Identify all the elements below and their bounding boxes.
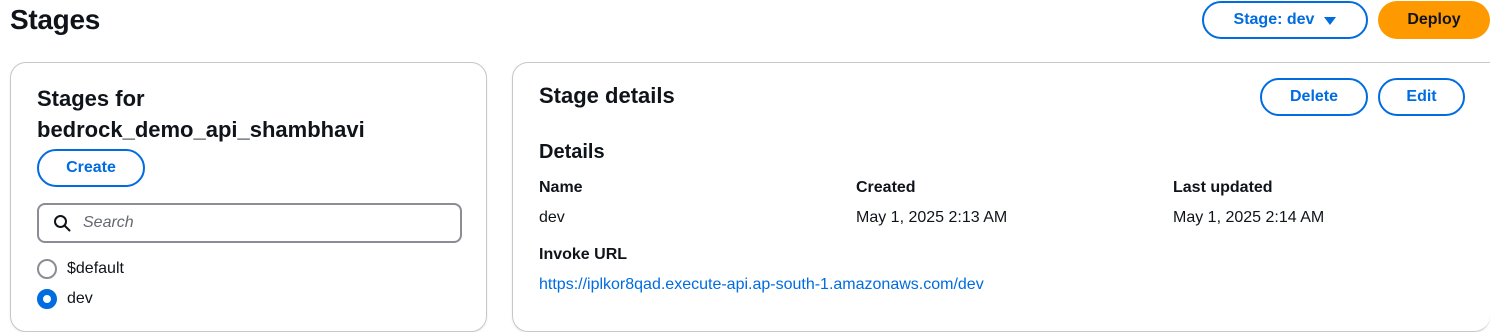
stages-panel-title: Stages for bedrock_demo_api_shambhavi [37, 83, 365, 145]
create-stage-button[interactable]: Create [37, 149, 145, 187]
stage-radio-default[interactable] [37, 259, 57, 279]
invoke-url-label: Invoke URL [539, 246, 628, 263]
invoke-url-link[interactable]: https://iplkor8qad.execute-api.ap-south-… [539, 276, 984, 294]
stages-panel-title-line1: Stages for [37, 86, 145, 111]
stage-option-default[interactable]: $default [37, 259, 124, 279]
search-box[interactable] [37, 203, 462, 243]
search-icon [54, 215, 71, 232]
stage-details-panel: Stage details Delete Edit Details Name d… [512, 62, 1490, 332]
stage-option-label: dev [67, 290, 93, 307]
last-updated-value: May 1, 2025 2:14 AM [1173, 209, 1325, 226]
name-label: Name [539, 179, 583, 196]
stage-details-title: Stage details [539, 83, 675, 108]
delete-button[interactable]: Delete [1260, 78, 1368, 116]
stage-selector-button[interactable]: Stage: dev [1202, 1, 1368, 39]
created-value: May 1, 2025 2:13 AM [856, 209, 1008, 226]
search-input[interactable] [83, 205, 453, 241]
stages-list-panel: Stages for bedrock_demo_api_shambhavi Cr… [10, 62, 487, 332]
details-heading: Details [539, 141, 605, 163]
last-updated-label: Last updated [1173, 179, 1273, 196]
edit-button[interactable]: Edit [1378, 78, 1465, 116]
page-title: Stages [10, 4, 101, 35]
caret-down-icon [1324, 17, 1337, 25]
stage-option-dev[interactable]: dev [37, 289, 93, 309]
stage-selector-label: Stage: dev [1233, 11, 1315, 28]
stage-radio-dev[interactable] [37, 289, 57, 309]
created-label: Created [856, 179, 916, 196]
deploy-button[interactable]: Deploy [1378, 1, 1490, 39]
stages-panel-title-line2: bedrock_demo_api_shambhavi [37, 117, 365, 142]
stage-option-label: $default [67, 260, 124, 277]
name-value: dev [539, 209, 565, 226]
